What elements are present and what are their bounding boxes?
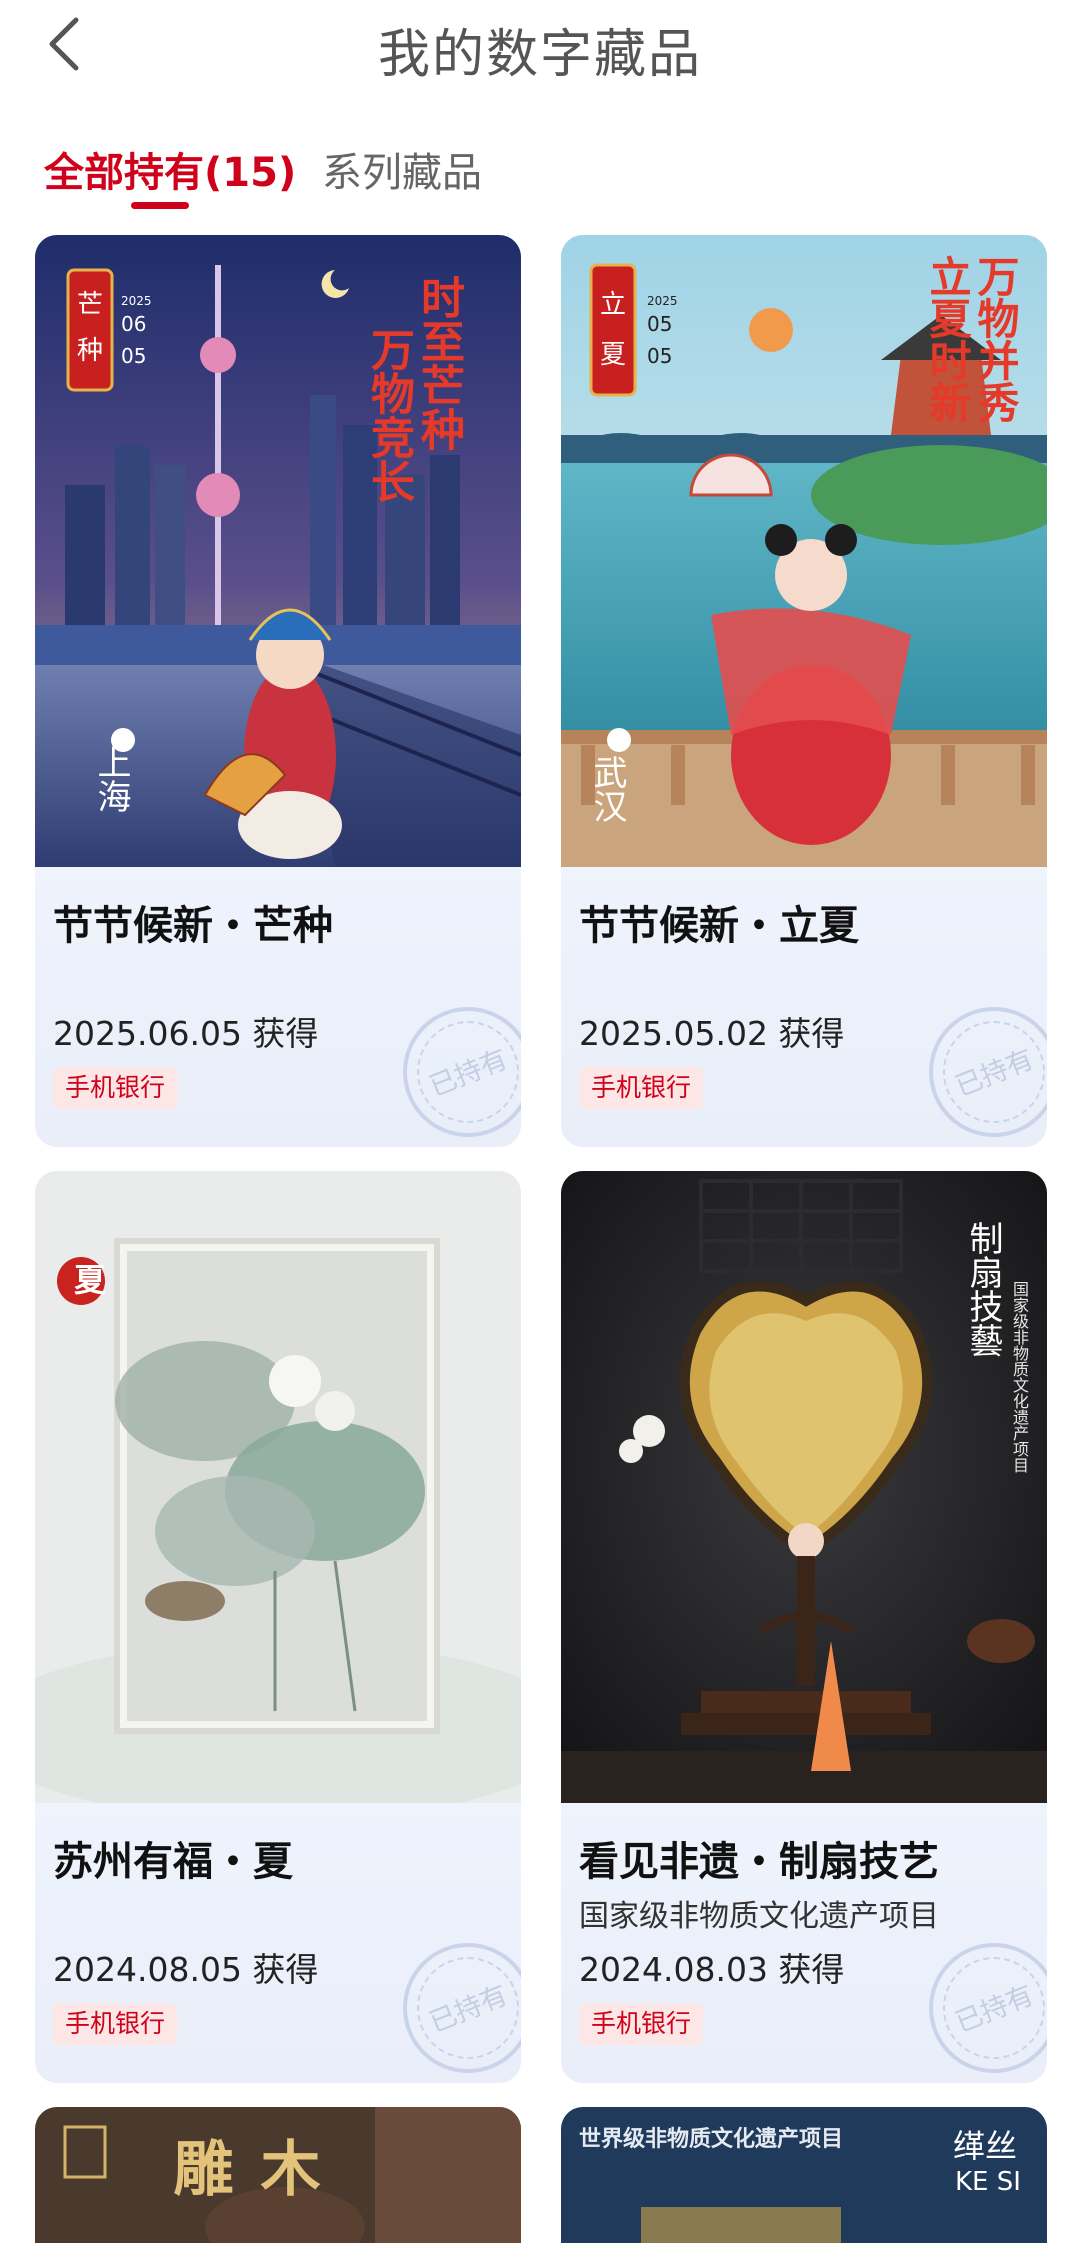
- art-city: 武汉: [587, 755, 627, 823]
- owned-stamp-icon: 已持有: [929, 1007, 1047, 1137]
- source-tag: 手机银行: [579, 2003, 704, 2045]
- page-title: 我的数字藏品: [377, 25, 702, 85]
- art-seal: 夏: [69, 1263, 107, 1295]
- card-artwork-lixia: 立 夏 2025 05 05 万物并秀 立夏时新 武汉: [561, 235, 1047, 867]
- art-slogan-a: 时至芒种: [413, 275, 464, 451]
- acquired-date: 2025.05.02 获得: [579, 1014, 845, 1053]
- collectible-card-partial[interactable]: 世界级非物质文化遗产项目 缂丝 KE SI: [561, 2107, 1047, 2243]
- card-title: 节节候新・立夏: [579, 903, 859, 949]
- svg-text:05: 05: [647, 344, 672, 368]
- owned-stamp-icon: 已持有: [403, 1943, 521, 2073]
- svg-text:芒: 芒: [77, 290, 103, 320]
- card-artwork-fan-craft: 制扇技藝 国家级非物质文化遗产项目: [561, 1171, 1047, 1803]
- card-title: 苏州有福・夏: [53, 1839, 293, 1885]
- card-info: 苏州有福・夏 2024.08.05 获得 手机银行 已持有: [35, 1803, 521, 2083]
- owned-stamp-icon: 已持有: [403, 1007, 521, 1137]
- svg-text:05: 05: [647, 312, 672, 336]
- acquired-date: 2025.06.05 获得: [53, 1014, 319, 1053]
- tab-all-owned[interactable]: 全部持有(15): [44, 140, 296, 198]
- collectible-card[interactable]: 夏 苏州有福・夏 2024.08.05 获得 手机银行 已持有: [35, 1171, 521, 2083]
- card-artwork-mangzhong: 芒种 芒 种 2025 06 05 时至芒种 万物竞长 上海: [35, 235, 521, 867]
- art-heading: 制扇技藝: [963, 1221, 1003, 1357]
- active-tab-indicator: [131, 202, 189, 209]
- svg-text:06: 06: [121, 312, 146, 336]
- collectible-card-partial[interactable]: 木雕: [35, 2107, 521, 2243]
- collectible-card[interactable]: 立 夏 2025 05 05 万物并秀 立夏时新 武汉 节节候新・立夏 2025…: [561, 235, 1047, 1147]
- acquired-date: 2024.08.05 获得: [53, 1950, 319, 1989]
- svg-text:夏: 夏: [600, 340, 626, 370]
- card-info: 看见非遗・制扇技艺 国家级非物质文化遗产项目 2024.08.03 获得 手机银…: [561, 1803, 1047, 2083]
- source-tag: 手机银行: [53, 1067, 178, 1109]
- art-city: 上海: [91, 745, 131, 813]
- card-title: 节节候新・芒种: [53, 903, 333, 949]
- art-cn: 缂丝: [953, 2127, 1018, 2165]
- card-artwork-suzhou-summer: 夏: [35, 1171, 521, 1803]
- source-tag: 手机银行: [53, 2003, 178, 2045]
- art-slogan-b: 万物竞长: [363, 327, 414, 503]
- svg-text:05: 05: [121, 344, 146, 368]
- svg-text:立: 立: [600, 290, 626, 320]
- source-tag: 手机银行: [579, 1067, 704, 1109]
- art-slogan-a: 万物并秀: [971, 255, 1020, 423]
- art-slogan-b: 立夏时新: [923, 255, 972, 423]
- collectible-card[interactable]: 制扇技藝 国家级非物质文化遗产项目 看见非遗・制扇技艺 国家级非物质文化遗产项目…: [561, 1171, 1047, 2083]
- tab-series-collection[interactable]: 系列藏品: [322, 140, 482, 198]
- svg-text:2025: 2025: [121, 294, 152, 308]
- art-heading: 木雕: [163, 2137, 320, 2197]
- header: 我的数字藏品: [0, 0, 1080, 100]
- owned-stamp-icon: 已持有: [929, 1943, 1047, 2073]
- card-info: 节节候新・芒种 2025.06.05 获得 手机银行 已持有: [35, 867, 521, 1147]
- svg-text:种: 种: [77, 336, 103, 366]
- collectible-card[interactable]: 芒种 芒 种 2025 06 05 时至芒种 万物竞长 上海 节节候新・芒种 2…: [35, 235, 521, 1147]
- acquired-date: 2024.08.03 获得: [579, 1950, 845, 1989]
- card-info: 节节候新・立夏 2025.05.02 获得 手机银行 已持有: [561, 867, 1047, 1147]
- card-title: 看见非遗・制扇技艺: [579, 1839, 939, 1885]
- card-subtitle: 国家级非物质文化遗产项目: [579, 1899, 939, 1934]
- art-caption: 国家级非物质文化遗产项目: [1010, 1281, 1029, 1473]
- art-en: KE SI: [955, 2167, 1021, 2197]
- tab-bar: 全部持有(15) 系列藏品: [0, 140, 1080, 210]
- art-banner: 世界级非物质文化遗产项目: [579, 2127, 844, 2152]
- svg-text:2025: 2025: [647, 294, 678, 308]
